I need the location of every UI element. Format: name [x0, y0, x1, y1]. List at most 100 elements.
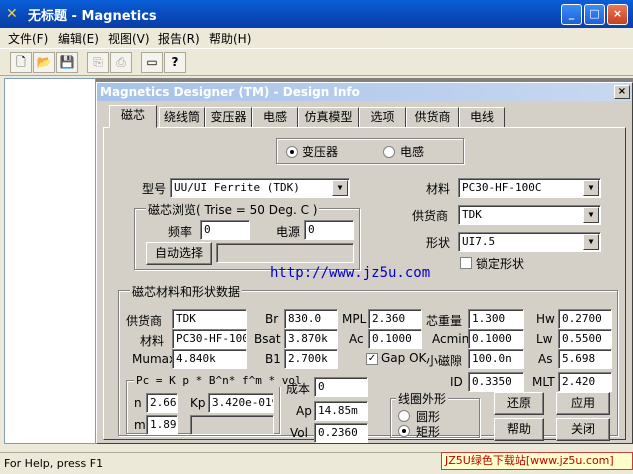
watermark-banner[interactable]: JZ5U绿色下载站[www.jz5u.com] — [441, 452, 633, 470]
vendor-label: 供货商 — [412, 209, 449, 223]
freq-label: 频率 — [168, 225, 193, 239]
n-input[interactable]: 2.665 — [146, 393, 178, 413]
copy-icon[interactable]: ⎘ — [87, 52, 109, 73]
mode-transformer-label: 变压器 — [302, 145, 339, 159]
window-icon[interactable]: ▭ — [141, 52, 163, 73]
ac-input[interactable]: 0.1000 — [368, 329, 422, 349]
b1-label: B1 — [265, 352, 281, 366]
dialog-title: Magnetics Designer (TM) - Design Info — [100, 85, 360, 99]
window-title-bar: ✕ 无标题 - Magnetics _ □ × — [0, 0, 633, 28]
menu-report[interactable]: 报告(R) — [158, 30, 200, 47]
acmin-input[interactable]: 0.1000 — [468, 329, 524, 349]
tab-inductor[interactable]: 电感 — [252, 107, 298, 127]
id-input[interactable]: 0.3350 — [468, 372, 524, 392]
core-browse-title: 磁芯浏览( Trise = 50 Deg. C ) — [146, 201, 320, 218]
material-combo[interactable]: PC30-HF-100C ▼ — [458, 178, 601, 198]
source-label: 电源 — [276, 225, 301, 239]
shape-value: UI7.5 — [462, 235, 496, 248]
b1-input[interactable]: 2.700k — [284, 349, 338, 369]
menu-file[interactable]: 文件(F) — [8, 30, 48, 47]
print-icon[interactable]: ⎙ — [110, 52, 132, 73]
ac-label: Ac — [349, 332, 364, 346]
br-label: Br — [265, 312, 279, 326]
maximize-button[interactable]: □ — [584, 4, 605, 25]
tab-simulation[interactable]: 仿真模型 — [298, 107, 359, 127]
chevron-down-icon[interactable]: ▼ — [332, 180, 348, 196]
winding-shape-title: 线圈外形 — [396, 390, 449, 407]
mlt-label: MLT — [532, 375, 555, 389]
new-icon[interactable]: 🗋 — [10, 52, 32, 73]
round-radio[interactable] — [398, 410, 410, 422]
vol-input[interactable]: 0.2360 — [314, 423, 368, 443]
as-input[interactable]: 5.698 — [558, 349, 612, 369]
app-icon[interactable]: ✕ — [6, 6, 18, 22]
mode-inductor-label: 电感 — [400, 145, 425, 159]
tab-transformer[interactable]: 变压器 — [205, 107, 252, 127]
props-vendor-label: 供货商 — [126, 314, 163, 328]
tab-wire[interactable]: 电线 — [459, 107, 505, 127]
lw-input[interactable]: 0.5500 — [558, 329, 612, 349]
auto-select-button[interactable]: 自动选择 — [146, 242, 212, 265]
material-value: PC30-HF-100C — [462, 181, 542, 194]
bsat-input[interactable]: 3.870k — [284, 329, 338, 349]
website-link[interactable]: http://www.jz5u.com — [270, 265, 430, 281]
gap-ok-checkbox[interactable]: ✓ — [366, 353, 378, 365]
core-weight-label: 芯重量 — [426, 314, 463, 328]
close-button[interactable]: × — [607, 4, 628, 25]
menu-help[interactable]: 帮助(H) — [209, 30, 251, 47]
props-vendor-input[interactable]: TDK — [172, 309, 247, 329]
formula-title: Pc = K p * B^n* f^m * vol — [134, 374, 304, 387]
mode-inductor-radio[interactable] — [383, 146, 395, 158]
min-gap-input[interactable]: 100.0n — [468, 349, 524, 369]
br-input[interactable]: 830.0 — [284, 309, 338, 329]
mode-transformer-radio[interactable] — [286, 146, 298, 158]
menu-view[interactable]: 视图(V) — [108, 30, 150, 47]
tab-options[interactable]: 选项 — [359, 107, 406, 127]
vendor-value: TDK — [462, 208, 482, 221]
tab-core[interactable]: 磁芯 — [109, 105, 157, 128]
as-label: As — [538, 352, 553, 366]
chevron-down-icon[interactable]: ▼ — [583, 207, 599, 223]
dialog-close-button[interactable]: × — [614, 85, 630, 99]
lw-label: Lw — [536, 332, 553, 346]
hw-label: Hw — [536, 312, 555, 326]
lock-shape-checkbox[interactable] — [460, 257, 472, 269]
toolbar: 🗋 📂 💾 ⎘ ⎙ ▭ ? — [0, 48, 633, 76]
tab-vendor[interactable]: 供货商 — [406, 107, 459, 127]
help-icon[interactable]: ? — [164, 52, 186, 73]
freq-input[interactable]: 0 — [200, 220, 250, 240]
rect-label: 矩形 — [416, 425, 441, 439]
mlt-input[interactable]: 2.420 — [558, 372, 612, 392]
m-input[interactable]: 1.890 — [146, 415, 178, 435]
mumax-input[interactable]: 4.840k — [172, 349, 247, 369]
chevron-down-icon[interactable]: ▼ — [583, 180, 599, 196]
source-input[interactable]: 0 — [304, 220, 354, 240]
type-combo[interactable]: UU/UI Ferrite (TDK) ▼ — [170, 178, 350, 198]
hw-input[interactable]: 0.2700 — [558, 309, 612, 329]
formula-result — [190, 415, 274, 435]
close-dialog-button[interactable]: 关闭 — [556, 418, 610, 441]
n-label: n — [134, 396, 142, 410]
core-weight-input[interactable]: 1.300 — [468, 309, 524, 329]
rect-radio[interactable] — [398, 425, 410, 437]
ap-label: Ap — [296, 404, 312, 418]
menu-edit[interactable]: 编辑(E) — [58, 30, 99, 47]
shape-label: 形状 — [426, 236, 451, 250]
tab-bobbin[interactable]: 绕线筒 — [159, 107, 205, 127]
ap-input[interactable]: 14.85m — [314, 401, 368, 421]
apply-button[interactable]: 应用 — [556, 392, 610, 415]
auto-select-result — [216, 243, 354, 263]
open-icon[interactable]: 📂 — [33, 52, 55, 73]
minimize-button[interactable]: _ — [561, 4, 582, 25]
cost-input[interactable]: 0 — [314, 377, 368, 397]
vendor-combo[interactable]: TDK ▼ — [458, 205, 601, 225]
save-icon[interactable]: 💾 — [56, 52, 78, 73]
help-button[interactable]: 帮助 — [494, 418, 544, 441]
kp-input[interactable]: 3.420e-019 — [208, 393, 274, 413]
props-material-input[interactable]: PC30-HF-100C — [172, 329, 247, 349]
chevron-down-icon[interactable]: ▼ — [583, 234, 599, 250]
material-label: 材料 — [426, 182, 451, 196]
mpl-input[interactable]: 2.360 — [368, 309, 422, 329]
restore-button[interactable]: 还原 — [494, 392, 544, 415]
shape-combo[interactable]: UI7.5 ▼ — [458, 232, 601, 252]
